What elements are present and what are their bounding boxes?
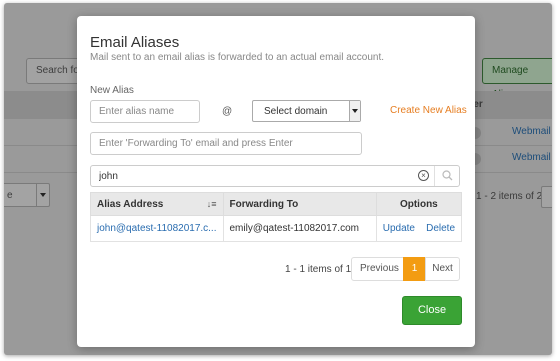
- alias-cell: john@qatest-11082017.c...: [90, 215, 224, 242]
- column-alias-address[interactable]: Alias Address ↓≡: [90, 192, 224, 216]
- table-row: john@qatest-11082017.c... emily@qatest-1…: [90, 215, 463, 242]
- modal-title: Email Aliases: [90, 34, 180, 51]
- dropdown-arrow-icon[interactable]: [349, 101, 360, 121]
- dropdown-arrow-icon: [36, 184, 49, 206]
- alias-search-box: ×: [90, 165, 460, 187]
- pagination: Previous 1 Next: [351, 257, 460, 281]
- alias-name-input[interactable]: [90, 100, 200, 123]
- search-button[interactable]: [434, 166, 459, 186]
- modal-subtitle: Mail sent to an email alias is forwarded…: [90, 52, 385, 63]
- background-webmail-link: Webmail: [512, 126, 551, 137]
- forwarding-to-input[interactable]: [90, 132, 362, 155]
- aliases-table: Alias Address ↓≡ Forwarding To Options j…: [90, 192, 463, 242]
- items-count: 1 - 1 items of 1: [285, 264, 352, 275]
- column-options: Options: [375, 192, 463, 216]
- background-items-count: 1 - 2 items of 2: [476, 191, 543, 202]
- clear-icon[interactable]: ×: [418, 170, 429, 181]
- column-forwarding-to: Forwarding To: [222, 192, 377, 216]
- background-webmail-link: Webmail: [512, 152, 551, 163]
- next-page-button[interactable]: Next: [425, 257, 460, 281]
- alias-search-input[interactable]: [91, 166, 431, 186]
- app-window: Search for Manage Aliases ter Webmail We…: [4, 3, 552, 355]
- close-button[interactable]: Close: [402, 296, 462, 325]
- new-alias-label: New Alias: [90, 85, 134, 96]
- background-manage-aliases-button: Manage Aliases: [482, 58, 552, 100]
- sort-icon[interactable]: ↓≡: [207, 199, 217, 209]
- search-icon: [442, 170, 453, 181]
- page-1-button[interactable]: 1: [403, 257, 426, 281]
- column-label: Alias Address: [97, 198, 164, 210]
- domain-select[interactable]: Select domain: [252, 100, 361, 122]
- background-pager-box: [541, 186, 552, 208]
- at-sign: @: [222, 106, 233, 117]
- background-per-page-value: e: [7, 190, 13, 201]
- create-new-alias-link[interactable]: Create New Alias: [390, 105, 467, 116]
- update-link[interactable]: Update: [383, 223, 415, 234]
- delete-link[interactable]: Delete: [426, 223, 455, 234]
- previous-page-button[interactable]: Previous: [351, 257, 404, 281]
- forwarding-cell: emily@qatest-11082017.com: [222, 215, 377, 242]
- email-aliases-modal: Email Aliases Mail sent to an email alia…: [77, 16, 475, 347]
- background-per-page-select: e: [4, 183, 50, 207]
- domain-select-value: Select domain: [264, 106, 328, 117]
- alias-address-link[interactable]: john@qatest-11082017.c...: [97, 223, 217, 234]
- options-cell: Update Delete: [375, 215, 463, 242]
- table-header-row: Alias Address ↓≡ Forwarding To Options: [90, 192, 463, 216]
